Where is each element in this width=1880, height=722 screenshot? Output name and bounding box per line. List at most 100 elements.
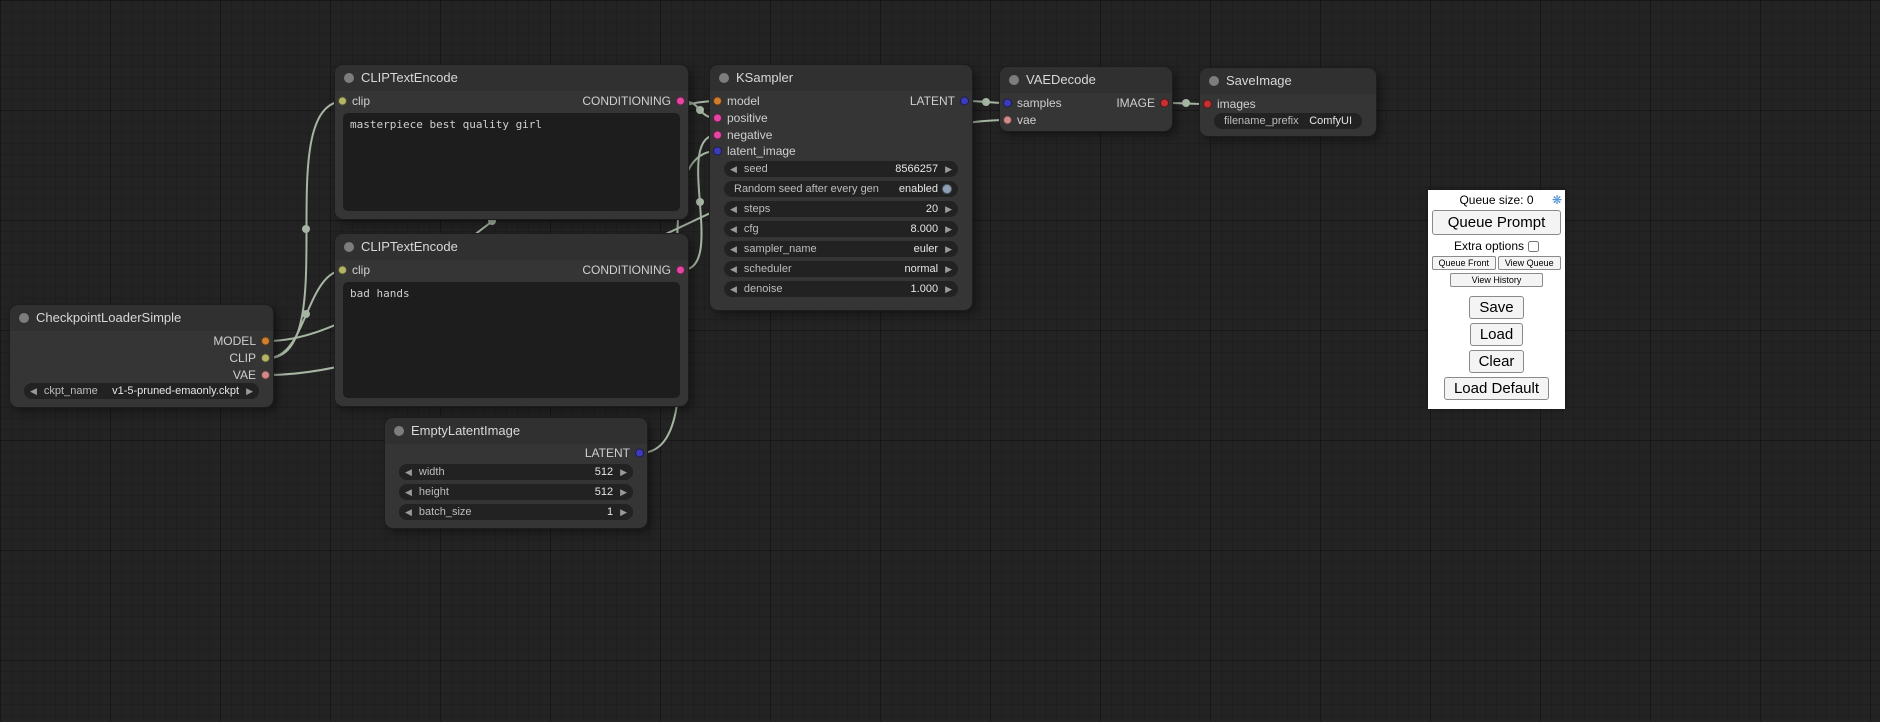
sampler-name-widget[interactable]: ◀ sampler_name euler ▶ bbox=[724, 241, 958, 257]
link-midpoint-dot bbox=[982, 98, 990, 106]
prompt-text-area[interactable]: masterpiece best quality girl bbox=[343, 113, 680, 211]
view-queue-button[interactable]: View Queue bbox=[1498, 256, 1562, 270]
increment-arrow-icon[interactable]: ▶ bbox=[620, 464, 627, 480]
conditioning-port-dot[interactable] bbox=[676, 97, 685, 106]
increment-arrow-icon[interactable]: ▶ bbox=[945, 261, 952, 277]
image-port-dot[interactable] bbox=[1203, 100, 1212, 109]
clear-button[interactable]: Clear bbox=[1469, 350, 1525, 373]
node-save-image[interactable]: SaveImage images filename_prefix ComfyUI bbox=[1200, 68, 1376, 136]
decrement-arrow-icon[interactable]: ◀ bbox=[730, 261, 737, 277]
steps-widget[interactable]: ◀ steps 20 ▶ bbox=[724, 201, 958, 217]
node-title-bar[interactable]: CLIPTextEncode bbox=[335, 65, 688, 91]
decrement-arrow-icon[interactable]: ◀ bbox=[730, 221, 737, 237]
clip-port-dot[interactable] bbox=[338, 97, 347, 106]
collapse-dot-icon[interactable] bbox=[394, 426, 404, 436]
settings-gear-icon[interactable]: ❋ bbox=[1552, 192, 1562, 208]
port-label: images bbox=[1217, 97, 1256, 111]
node-title: SaveImage bbox=[1226, 73, 1292, 88]
collapse-dot-icon[interactable] bbox=[719, 73, 729, 83]
increment-arrow-icon[interactable]: ▶ bbox=[620, 504, 627, 520]
toggle-knob[interactable] bbox=[942, 184, 952, 194]
scheduler-widget[interactable]: ◀ scheduler normal ▶ bbox=[724, 261, 958, 277]
clip-port-dot[interactable] bbox=[261, 354, 270, 363]
save-button[interactable]: Save bbox=[1469, 296, 1523, 319]
output-port-latent: LATENT bbox=[910, 94, 972, 108]
port-label: negative bbox=[727, 128, 772, 142]
node-title: KSampler bbox=[736, 70, 793, 85]
node-ksampler[interactable]: KSampler model positive negative latent_… bbox=[710, 65, 972, 310]
conditioning-port-dot[interactable] bbox=[713, 114, 722, 123]
denoise-widget[interactable]: ◀ denoise 1.000 ▶ bbox=[724, 281, 958, 297]
seed-widget[interactable]: ◀ seed 8566257 ▶ bbox=[724, 161, 958, 177]
increment-arrow-icon[interactable]: ▶ bbox=[246, 383, 253, 399]
node-title-bar[interactable]: VAEDecode bbox=[1000, 67, 1172, 93]
increment-arrow-icon[interactable]: ▶ bbox=[620, 484, 627, 500]
node-checkpoint-loader[interactable]: CheckpointLoaderSimple MODEL CLIP VAE ◀ … bbox=[10, 305, 273, 407]
conditioning-port-dot[interactable] bbox=[676, 266, 685, 275]
increment-arrow-icon[interactable]: ▶ bbox=[945, 221, 952, 237]
decrement-arrow-icon[interactable]: ◀ bbox=[730, 281, 737, 297]
image-port-dot[interactable] bbox=[1160, 99, 1169, 108]
node-vae-decode[interactable]: VAEDecode samples vae IMAGE bbox=[1000, 67, 1172, 131]
queue-front-button[interactable]: Queue Front bbox=[1432, 256, 1496, 270]
input-port-samples: samples bbox=[1000, 96, 1062, 110]
node-graph-canvas[interactable]: { "icons": { "arrow_left": "◀", "arrow_r… bbox=[0, 0, 1880, 722]
latent-port-dot[interactable] bbox=[713, 147, 722, 156]
node-clip-text-encode-negative[interactable]: CLIPTextEncode clip CONDITIONING bad han… bbox=[335, 234, 688, 406]
conditioning-port-dot[interactable] bbox=[713, 131, 722, 140]
view-history-button[interactable]: View History bbox=[1450, 273, 1543, 287]
extra-options-checkbox[interactable] bbox=[1528, 241, 1539, 252]
decrement-arrow-icon[interactable]: ◀ bbox=[730, 161, 737, 177]
increment-arrow-icon[interactable]: ▶ bbox=[945, 241, 952, 257]
batch-size-widget[interactable]: ◀ batch_size 1 ▶ bbox=[399, 504, 633, 520]
decrement-arrow-icon[interactable]: ◀ bbox=[30, 383, 37, 399]
collapse-dot-icon[interactable] bbox=[1209, 76, 1219, 86]
ckpt-name-widget[interactable]: ◀ ckpt_name v1-5-pruned-emaonly.ckpt ▶ bbox=[24, 383, 259, 399]
node-title-bar[interactable]: KSampler bbox=[710, 65, 972, 91]
queue-prompt-button[interactable]: Queue Prompt bbox=[1432, 210, 1561, 235]
cfg-widget[interactable]: ◀ cfg 8.000 ▶ bbox=[724, 221, 958, 237]
link-midpoint-dot bbox=[302, 310, 310, 318]
collapse-dot-icon[interactable] bbox=[344, 242, 354, 252]
clip-port-dot[interactable] bbox=[338, 266, 347, 275]
node-title-bar[interactable]: EmptyLatentImage bbox=[385, 418, 647, 444]
node-title: CLIPTextEncode bbox=[361, 239, 458, 254]
decrement-arrow-icon[interactable]: ◀ bbox=[405, 464, 412, 480]
decrement-arrow-icon[interactable]: ◀ bbox=[730, 241, 737, 257]
node-title-bar[interactable]: SaveImage bbox=[1200, 68, 1376, 94]
collapse-dot-icon[interactable] bbox=[1009, 75, 1019, 85]
node-title-bar[interactable]: CheckpointLoaderSimple bbox=[10, 305, 273, 331]
vae-port-dot[interactable] bbox=[1003, 116, 1012, 125]
node-title-bar[interactable]: CLIPTextEncode bbox=[335, 234, 688, 260]
increment-arrow-icon[interactable]: ▶ bbox=[945, 201, 952, 217]
collapse-dot-icon[interactable] bbox=[19, 313, 29, 323]
collapse-dot-icon[interactable] bbox=[344, 73, 354, 83]
random-seed-toggle-widget[interactable]: Random seed after every gen enabled bbox=[724, 181, 958, 197]
width-widget[interactable]: ◀ width 512 ▶ bbox=[399, 464, 633, 480]
widget-label: filename_prefix bbox=[1224, 115, 1299, 127]
load-button[interactable]: Load bbox=[1470, 323, 1523, 346]
port-label: vae bbox=[1017, 113, 1036, 127]
latent-port-dot[interactable] bbox=[960, 97, 969, 106]
decrement-arrow-icon[interactable]: ◀ bbox=[405, 504, 412, 520]
decrement-arrow-icon[interactable]: ◀ bbox=[405, 484, 412, 500]
link-midpoint-dot bbox=[696, 198, 704, 206]
model-port-dot[interactable] bbox=[261, 337, 270, 346]
vae-port-dot[interactable] bbox=[261, 371, 270, 380]
latent-port-dot[interactable] bbox=[635, 449, 644, 458]
height-widget[interactable]: ◀ height 512 ▶ bbox=[399, 484, 633, 500]
latent-port-dot[interactable] bbox=[1003, 99, 1012, 108]
prompt-text-area[interactable]: bad hands bbox=[343, 282, 680, 398]
decrement-arrow-icon[interactable]: ◀ bbox=[730, 201, 737, 217]
node-clip-text-encode-positive[interactable]: CLIPTextEncode clip CONDITIONING masterp… bbox=[335, 65, 688, 219]
filename-prefix-widget[interactable]: filename_prefix ComfyUI bbox=[1214, 113, 1362, 129]
node-empty-latent-image[interactable]: EmptyLatentImage LATENT ◀ width 512 ▶ ◀ … bbox=[385, 418, 647, 528]
load-default-button[interactable]: Load Default bbox=[1444, 377, 1549, 400]
link-midpoint-dot bbox=[696, 106, 704, 114]
increment-arrow-icon[interactable]: ▶ bbox=[945, 281, 952, 297]
output-port-model: MODEL bbox=[213, 334, 273, 348]
model-port-dot[interactable] bbox=[713, 97, 722, 106]
port-label: VAE bbox=[233, 368, 256, 382]
widget-label: sampler_name bbox=[744, 243, 817, 255]
increment-arrow-icon[interactable]: ▶ bbox=[945, 161, 952, 177]
